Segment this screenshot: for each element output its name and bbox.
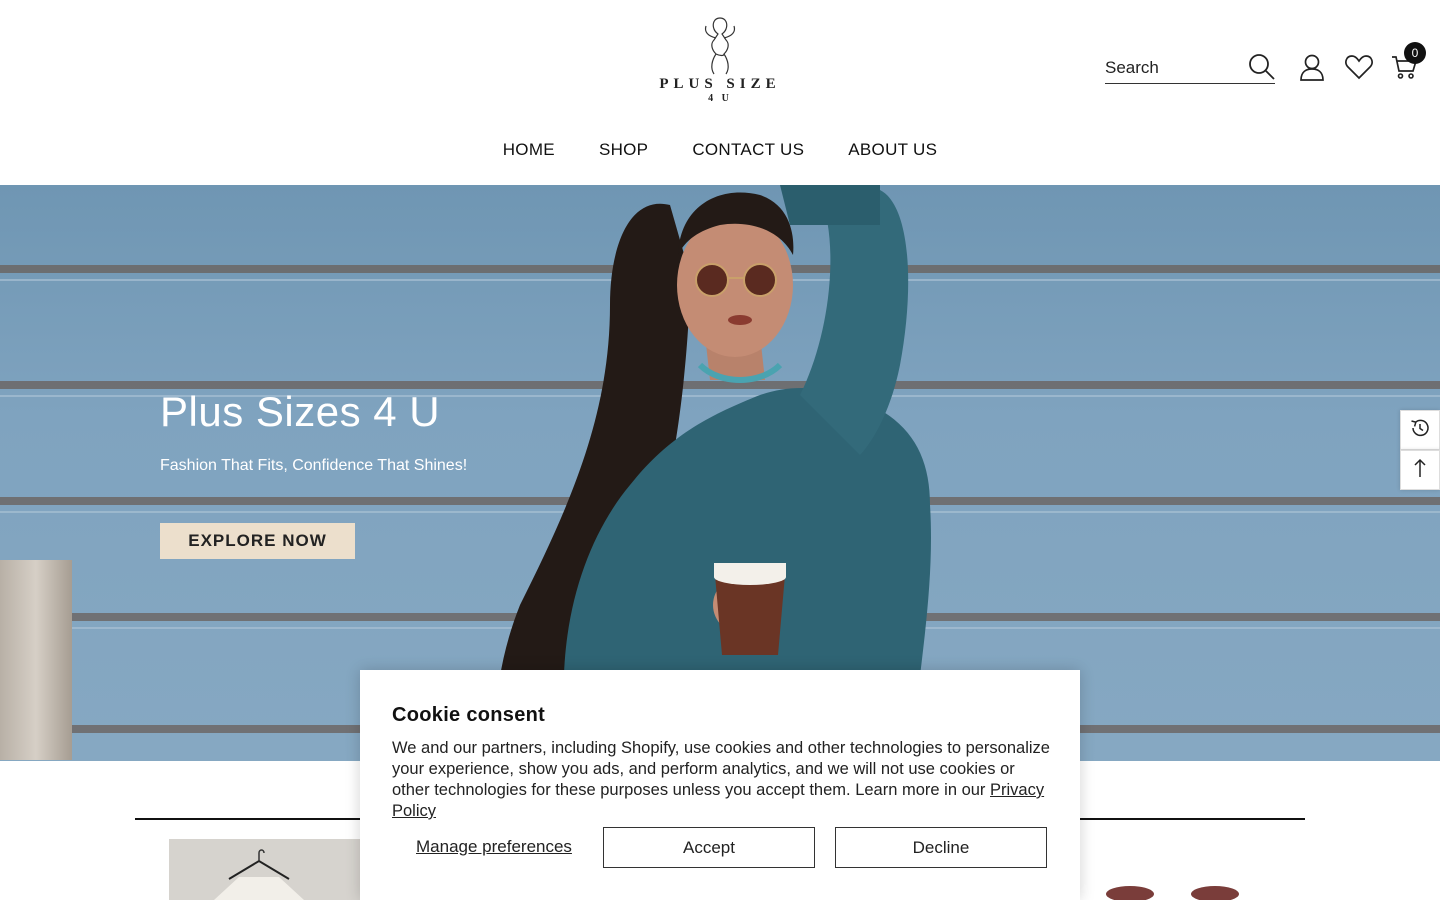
search-input[interactable]	[1105, 56, 1245, 80]
recently-viewed-button[interactable]	[1400, 410, 1440, 450]
decline-button[interactable]: Decline	[835, 827, 1047, 868]
cookie-consent-dialog: Cookie consent We and our partners, incl…	[360, 670, 1080, 900]
cookie-consent-title: Cookie consent	[392, 704, 546, 726]
shoes-image	[1106, 886, 1239, 900]
search-icon[interactable]	[1248, 53, 1276, 81]
nav-item-contact-us[interactable]: CONTACT US	[692, 140, 804, 166]
hanger-image	[169, 839, 369, 900]
product-image[interactable]	[1100, 880, 1260, 900]
site-header: PLUS SIZE 4 U 0 HOME SHOP CONTACT US ABO…	[0, 0, 1440, 185]
manage-preferences-link[interactable]: Manage preferences	[416, 837, 572, 857]
accept-button[interactable]: Accept	[603, 827, 815, 868]
logo-subtext: 4 U	[708, 93, 732, 104]
account-icon[interactable]	[1297, 52, 1327, 82]
hero-subtitle: Fashion That Fits, Confidence That Shine…	[160, 457, 468, 474]
logo-figure-icon	[704, 17, 736, 75]
nav-item-about-us[interactable]: ABOUT US	[848, 140, 937, 166]
logo-text: PLUS SIZE	[659, 76, 781, 92]
site-logo[interactable]: PLUS SIZE 4 U	[640, 14, 800, 114]
cookie-consent-body: We and our partners, including Shopify, …	[392, 739, 1050, 799]
hero-title: Plus Sizes 4 U	[160, 388, 441, 435]
cookie-consent-text: We and our partners, including Shopify, …	[392, 738, 1052, 822]
cart-count-badge: 0	[1404, 42, 1426, 64]
product-image[interactable]	[169, 839, 369, 900]
wishlist-icon[interactable]	[1344, 52, 1374, 82]
search-bar	[1105, 52, 1275, 84]
nav-item-shop[interactable]: SHOP	[599, 140, 648, 166]
nav-item-home[interactable]: HOME	[503, 140, 555, 166]
arrow-up-icon	[1409, 457, 1431, 484]
recently-viewed-icon	[1409, 417, 1431, 444]
explore-now-button[interactable]: EXPLORE NOW	[160, 523, 355, 559]
back-to-top-button[interactable]	[1400, 450, 1440, 490]
wooden-post	[0, 560, 72, 760]
main-nav: HOME SHOP CONTACT US ABOUT US	[0, 140, 1440, 166]
